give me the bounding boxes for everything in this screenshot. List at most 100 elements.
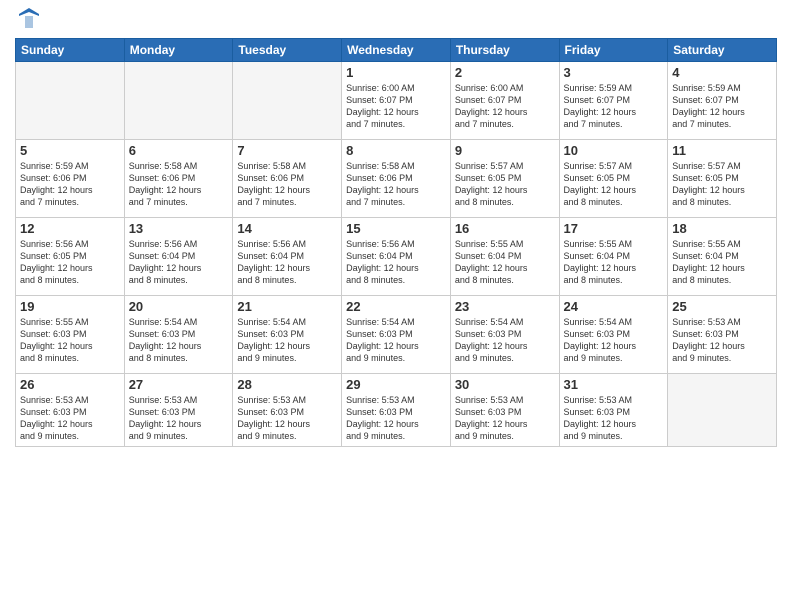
calendar-cell: 17Sunrise: 5:55 AMSunset: 6:04 PMDayligh…: [559, 218, 668, 296]
weekday-header: Thursday: [450, 39, 559, 62]
header: [15, 10, 777, 30]
calendar-cell: 28Sunrise: 5:53 AMSunset: 6:03 PMDayligh…: [233, 374, 342, 447]
day-number: 20: [129, 299, 229, 314]
cell-info: Sunrise: 5:58 AMSunset: 6:06 PMDaylight:…: [346, 160, 446, 209]
cell-info: Sunrise: 5:54 AMSunset: 6:03 PMDaylight:…: [129, 316, 229, 365]
day-number: 3: [564, 65, 664, 80]
calendar-cell: 19 Sunrise: 5:55 AMSunset: 6:03 PMDayligh…: [16, 296, 125, 374]
calendar-cell: [16, 62, 125, 140]
calendar-cell: 8 Sunrise: 5:58 AMSunset: 6:06 PMDaylight…: [342, 140, 451, 218]
calendar-week-row: 5 Sunrise: 5:59 AMSunset: 6:06 PMDaylight…: [16, 140, 777, 218]
day-number: 16: [455, 221, 555, 236]
calendar-cell: 31Sunrise: 5:53 AMSunset: 6:03 PMDayligh…: [559, 374, 668, 447]
calendar-cell: 9 Sunrise: 5:57 AMSunset: 6:05 PMDaylight…: [450, 140, 559, 218]
calendar-cell: 14 Sunrise: 5:56 AMSunset: 6:04 PMDayligh…: [233, 218, 342, 296]
cell-info: Sunrise: 5:53 AMSunset: 6:03 PMDaylight:…: [237, 394, 337, 443]
calendar: SundayMondayTuesdayWednesdayThursdayFrid…: [15, 38, 777, 447]
calendar-cell: 22 Sunrise: 5:54 AMSunset: 6:03 PMDayligh…: [342, 296, 451, 374]
cell-info: Sunrise: 5:59 AMSunset: 6:07 PMDaylight:…: [564, 82, 664, 131]
cell-info: Sunrise: 5:57 AMSunset: 6:05 PMDaylight:…: [564, 160, 664, 209]
calendar-cell: 11 Sunrise: 5:57 AMSunset: 6:05 PMDayligh…: [668, 140, 777, 218]
day-number: 11: [672, 143, 772, 158]
calendar-cell: 3 Sunrise: 5:59 AMSunset: 6:07 PMDaylight…: [559, 62, 668, 140]
cell-info: Sunrise: 5:54 AMSunset: 6:03 PMDaylight:…: [237, 316, 337, 365]
cell-info: Sunrise: 6:00 AMSunset: 6:07 PMDaylight:…: [346, 82, 446, 131]
day-number: 4: [672, 65, 772, 80]
day-number: 30: [455, 377, 555, 392]
calendar-cell: 27Sunrise: 5:53 AMSunset: 6:03 PMDayligh…: [124, 374, 233, 447]
calendar-cell: 15Sunrise: 5:56 AMSunset: 6:04 PMDayligh…: [342, 218, 451, 296]
day-number: 2: [455, 65, 555, 80]
calendar-cell: 7 Sunrise: 5:58 AMSunset: 6:06 PMDaylight…: [233, 140, 342, 218]
cell-info: Sunrise: 5:58 AMSunset: 6:06 PMDaylight:…: [237, 160, 337, 209]
cell-info: Sunrise: 5:53 AMSunset: 6:03 PMDaylight:…: [564, 394, 664, 443]
cell-info: Sunrise: 5:59 AMSunset: 6:06 PMDaylight:…: [20, 160, 120, 209]
cell-info: Sunrise: 5:57 AMSunset: 6:05 PMDaylight:…: [672, 160, 772, 209]
day-number: 6: [129, 143, 229, 158]
cell-info: Sunrise: 5:55 AMSunset: 6:04 PMDaylight:…: [672, 238, 772, 287]
cell-info: Sunrise: 5:56 AMSunset: 6:05 PMDaylight:…: [20, 238, 120, 287]
calendar-cell: 18 Sunrise: 5:55 AMSunset: 6:04 PMDayligh…: [668, 218, 777, 296]
day-number: 19: [20, 299, 120, 314]
cell-info: Sunrise: 5:56 AMSunset: 6:04 PMDaylight:…: [129, 238, 229, 287]
cell-info: Sunrise: 5:57 AMSunset: 6:05 PMDaylight:…: [455, 160, 555, 209]
calendar-cell: 12 Sunrise: 5:56 AMSunset: 6:05 PMDayligh…: [16, 218, 125, 296]
cell-info: Sunrise: 5:53 AMSunset: 6:03 PMDaylight:…: [672, 316, 772, 365]
calendar-cell: 10 Sunrise: 5:57 AMSunset: 6:05 PMDayligh…: [559, 140, 668, 218]
calendar-week-row: 1 Sunrise: 6:00 AMSunset: 6:07 PMDaylight…: [16, 62, 777, 140]
day-number: 24: [564, 299, 664, 314]
calendar-cell: 25 Sunrise: 5:53 AMSunset: 6:03 PMDayligh…: [668, 296, 777, 374]
calendar-cell: 26 Sunrise: 5:53 AMSunset: 6:03 PMDayligh…: [16, 374, 125, 447]
calendar-cell: 4Sunrise: 5:59 AMSunset: 6:07 PMDaylight…: [668, 62, 777, 140]
calendar-week-row: 12 Sunrise: 5:56 AMSunset: 6:05 PMDayligh…: [16, 218, 777, 296]
calendar-cell: 13 Sunrise: 5:56 AMSunset: 6:04 PMDayligh…: [124, 218, 233, 296]
page: SundayMondayTuesdayWednesdayThursdayFrid…: [0, 0, 792, 612]
weekday-header: Saturday: [668, 39, 777, 62]
cell-info: Sunrise: 5:55 AMSunset: 6:04 PMDaylight:…: [455, 238, 555, 287]
calendar-cell: [233, 62, 342, 140]
weekday-header-row: SundayMondayTuesdayWednesdayThursdayFrid…: [16, 39, 777, 62]
calendar-cell: 30 Sunrise: 5:53 AMSunset: 6:03 PMDayligh…: [450, 374, 559, 447]
calendar-cell: 2Sunrise: 6:00 AMSunset: 6:07 PMDaylight…: [450, 62, 559, 140]
day-number: 25: [672, 299, 772, 314]
calendar-cell: 1 Sunrise: 6:00 AMSunset: 6:07 PMDaylight…: [342, 62, 451, 140]
weekday-header: Tuesday: [233, 39, 342, 62]
calendar-cell: 24 Sunrise: 5:54 AMSunset: 6:03 PMDayligh…: [559, 296, 668, 374]
day-number: 5: [20, 143, 120, 158]
cell-info: Sunrise: 5:56 AMSunset: 6:04 PMDaylight:…: [346, 238, 446, 287]
cell-info: Sunrise: 5:53 AMSunset: 6:03 PMDaylight:…: [20, 394, 120, 443]
logo-icon: [17, 6, 41, 30]
day-number: 22: [346, 299, 446, 314]
cell-info: Sunrise: 5:53 AMSunset: 6:03 PMDaylight:…: [346, 394, 446, 443]
day-number: 8: [346, 143, 446, 158]
calendar-cell: 6Sunrise: 5:58 AMSunset: 6:06 PMDaylight…: [124, 140, 233, 218]
calendar-cell: 20 Sunrise: 5:54 AMSunset: 6:03 PMDayligh…: [124, 296, 233, 374]
day-number: 12: [20, 221, 120, 236]
day-number: 26: [20, 377, 120, 392]
cell-info: Sunrise: 5:53 AMSunset: 6:03 PMDaylight:…: [129, 394, 229, 443]
day-number: 1: [346, 65, 446, 80]
cell-info: Sunrise: 5:53 AMSunset: 6:03 PMDaylight:…: [455, 394, 555, 443]
cell-info: Sunrise: 5:54 AMSunset: 6:03 PMDaylight:…: [455, 316, 555, 365]
day-number: 17: [564, 221, 664, 236]
day-number: 9: [455, 143, 555, 158]
calendar-cell: [668, 374, 777, 447]
weekday-header: Sunday: [16, 39, 125, 62]
calendar-cell: [124, 62, 233, 140]
day-number: 10: [564, 143, 664, 158]
cell-info: Sunrise: 5:54 AMSunset: 6:03 PMDaylight:…: [346, 316, 446, 365]
day-number: 23: [455, 299, 555, 314]
day-number: 29: [346, 377, 446, 392]
calendar-cell: 16 Sunrise: 5:55 AMSunset: 6:04 PMDayligh…: [450, 218, 559, 296]
day-number: 13: [129, 221, 229, 236]
logo: [15, 10, 41, 30]
day-number: 14: [237, 221, 337, 236]
calendar-week-row: 19 Sunrise: 5:55 AMSunset: 6:03 PMDayligh…: [16, 296, 777, 374]
day-number: 18: [672, 221, 772, 236]
weekday-header: Friday: [559, 39, 668, 62]
cell-info: Sunrise: 5:55 AMSunset: 6:03 PMDaylight:…: [20, 316, 120, 365]
calendar-cell: 29 Sunrise: 5:53 AMSunset: 6:03 PMDayligh…: [342, 374, 451, 447]
cell-info: Sunrise: 5:56 AMSunset: 6:04 PMDaylight:…: [237, 238, 337, 287]
cell-info: Sunrise: 5:54 AMSunset: 6:03 PMDaylight:…: [564, 316, 664, 365]
day-number: 7: [237, 143, 337, 158]
